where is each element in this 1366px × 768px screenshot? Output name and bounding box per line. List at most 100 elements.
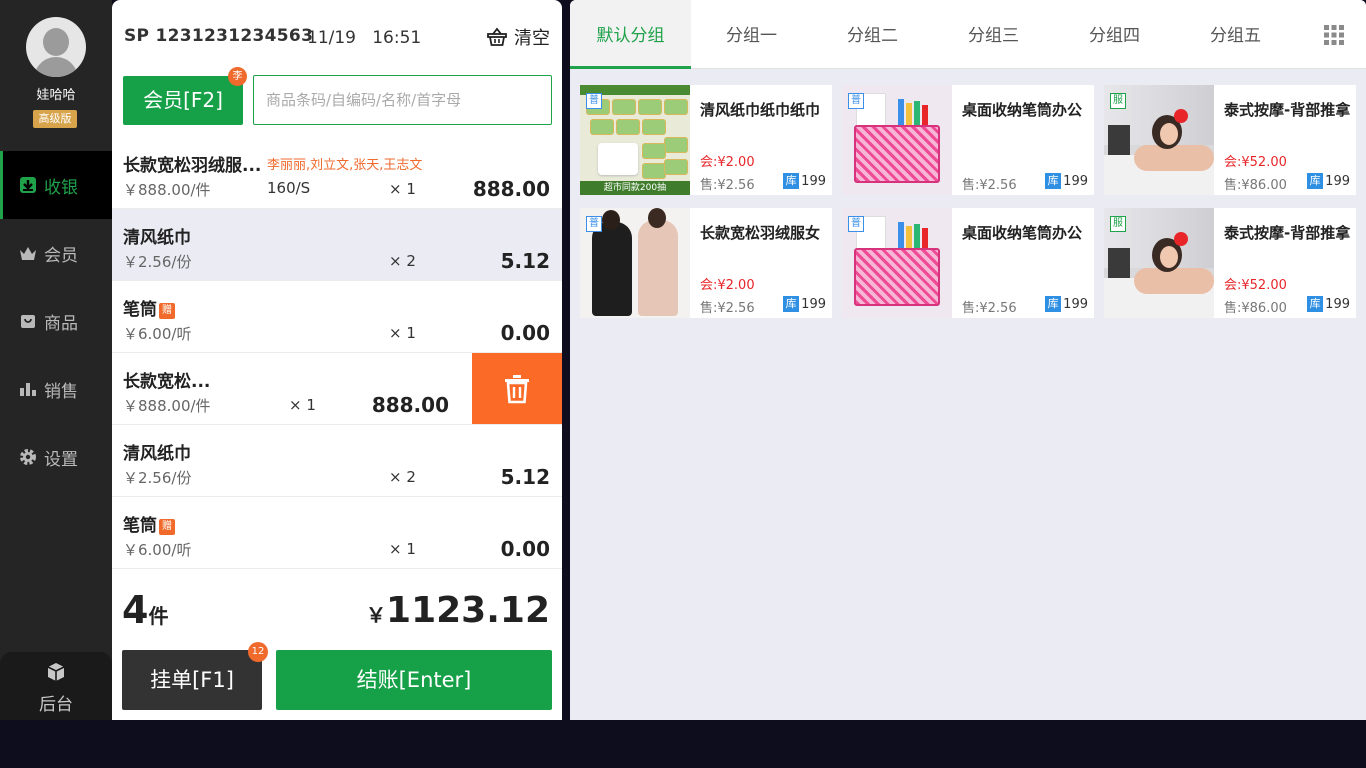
sale-price: 售:¥2.56 (700, 301, 755, 316)
tab-group-5[interactable]: 分组五 (1175, 0, 1296, 69)
member-badge: 李 (228, 67, 247, 86)
hold-order-button[interactable]: 挂单[F1] (122, 650, 262, 710)
download-arrow-icon (20, 177, 36, 193)
cart-line[interactable]: 笔筒赠 ￥6.00/听 × 1 0.00 (112, 281, 562, 353)
product-card[interactable]: 普 长款宽松羽绒服女 会:¥2.00 售:¥2.56 库 199 (580, 208, 832, 318)
member-price: 会:¥52.00 (1224, 155, 1287, 170)
sale-price: 售:¥86.00 (1224, 178, 1287, 193)
line-qty: × 1 (389, 540, 416, 558)
line-price: ￥2.56/份 (123, 469, 192, 487)
group-tabs: 默认分组 分组一 分组二 分组三 分组四 分组五 (570, 0, 1366, 69)
image-caption: 超市同款200抽 (580, 181, 690, 195)
grid-menu-icon[interactable] (1324, 25, 1344, 45)
nav-label: 设置 (44, 449, 78, 470)
nav-label: 销售 (44, 381, 78, 402)
nav-item-sales[interactable]: 销售 (0, 355, 112, 423)
tab-group-3[interactable]: 分组三 (933, 0, 1054, 69)
member-price: 会:¥2.00 (700, 155, 755, 170)
line-amount: 0.00 (500, 321, 550, 345)
product-type-tag: 服 (1110, 216, 1126, 232)
sale-price: 售:¥2.56 (962, 178, 1017, 193)
product-image: 服 (1104, 85, 1214, 195)
stock-value: 199 (1063, 173, 1088, 189)
product-card[interactable]: 普 桌面收纳笔筒办公 售:¥2.56 库 199 (842, 208, 1094, 318)
nav-label: 会员 (44, 245, 78, 266)
tab-group-2[interactable]: 分组二 (812, 0, 933, 69)
nav-item-member[interactable]: 会员 (0, 219, 112, 287)
sale-price: 售:¥86.00 (1224, 301, 1287, 316)
line-name: 长款宽松... (123, 372, 211, 392)
sale-price: 售:¥2.56 (700, 178, 755, 193)
nav-item-cashier[interactable]: 收银 (0, 151, 112, 219)
checkout-button[interactable]: 结账[Enter] (276, 650, 552, 710)
line-members: 李丽丽,刘立文,张天,王志文 (267, 158, 423, 173)
basket-icon (487, 27, 507, 46)
product-name: 泰式按摩-背部推拿 (1224, 224, 1351, 242)
gear-icon (20, 449, 36, 465)
product-card[interactable]: 服 泰式按摩-背部推拿 会:¥52.00 售:¥86.00 库 199 (1104, 208, 1356, 318)
delete-line-button[interactable] (472, 353, 562, 424)
product-name: 桌面收纳笔筒办公 (962, 101, 1083, 119)
total-amount-value: 1123.12 (386, 590, 550, 631)
member-price: 会:¥2.00 (700, 278, 755, 293)
tab-group-4[interactable]: 分组四 (1054, 0, 1175, 69)
stock: 库 199 (1307, 173, 1350, 189)
stock-tag: 库 (1307, 173, 1324, 189)
member-button[interactable]: 会员[F2] (123, 76, 243, 125)
product-card[interactable]: 服 泰式按摩-背部推拿 会:¥52.00 售:¥86.00 库 199 (1104, 85, 1356, 195)
cart-line-selected[interactable]: 清风纸巾 ￥2.56/份 × 2 5.12 (112, 209, 562, 281)
cart-line[interactable]: 清风纸巾 ￥2.56/份 × 2 5.12 (112, 425, 562, 497)
stock-value: 199 (1325, 296, 1350, 312)
line-qty: × 2 (389, 252, 416, 270)
sale-price: 售:¥2.56 (962, 301, 1017, 316)
line-name: 笔筒赠 (123, 511, 175, 536)
gift-badge: 赠 (159, 303, 175, 319)
order-number: SP 1231231234563 (124, 26, 314, 46)
line-amount: 888.00 (472, 177, 550, 201)
cart-line[interactable]: 笔筒赠 ￥6.00/听 × 1 0.00 (112, 497, 562, 569)
clear-label: 清空 (514, 28, 550, 49)
order-time: 16:51 (372, 28, 422, 48)
trash-icon (505, 374, 529, 403)
product-card[interactable]: 超市同款200抽 普 清风纸巾纸巾纸巾 会:¥2.00 售:¥2.56 库 199 (580, 85, 832, 195)
total-count-value: 4 (122, 588, 149, 632)
product-type-tag: 普 (586, 216, 602, 232)
stock-tag: 库 (1307, 296, 1324, 312)
currency-symbol: ￥ (366, 603, 387, 627)
tab-group-1[interactable]: 分组一 (691, 0, 812, 69)
line-price: ￥2.56/份 (123, 253, 192, 271)
line-qty: × 1 (289, 396, 316, 414)
total-count: 4件 (122, 588, 168, 632)
line-spec: 160/S (267, 179, 311, 197)
cart-line[interactable]: 长款宽松羽绒服... 李丽丽,刘立文,张天,王志文 ￥888.00/件 160/… (112, 137, 562, 209)
product-card[interactable]: 普 桌面收纳笔筒办公 售:¥2.56 库 199 (842, 85, 1094, 195)
backend-label: 后台 (39, 695, 73, 715)
held-orders-badge: 12 (248, 642, 268, 662)
tab-default-group[interactable]: 默认分组 (570, 0, 691, 69)
line-qty: × 2 (389, 468, 416, 486)
line-name: 清风纸巾 (123, 444, 191, 464)
avatar[interactable] (26, 17, 86, 77)
clear-cart-button[interactable]: 清空 (486, 24, 550, 50)
line-qty: × 1 (389, 324, 416, 342)
line-name-text: 笔筒 (123, 300, 157, 320)
stock: 库 199 (783, 296, 826, 312)
line-name: 清风纸巾 (123, 228, 191, 248)
nav-item-settings[interactable]: 设置 (0, 423, 112, 491)
stock-tag: 库 (783, 173, 800, 189)
product-name: 桌面收纳笔筒办公 (962, 224, 1083, 242)
backend-button[interactable]: 后台 (0, 652, 112, 720)
bag-icon (21, 315, 35, 328)
line-price: ￥888.00/件 (123, 181, 211, 199)
product-type-tag: 普 (848, 93, 864, 109)
line-name-text: 笔筒 (123, 516, 157, 536)
product-type-tag: 普 (586, 93, 602, 109)
stock-tag: 库 (1045, 173, 1062, 189)
nav-item-goods[interactable]: 商品 (0, 287, 112, 355)
line-amount: 0.00 (500, 537, 550, 561)
cart-line-swiped[interactable]: 长款宽松... ￥888.00/件 × 1 888.00 (112, 353, 562, 425)
product-search-input[interactable] (253, 75, 552, 125)
cart-panel: SP 1231231234563 11/19 16:51 清空 会员[F2] 李… (112, 0, 562, 720)
line-name: 长款宽松羽绒服... (123, 156, 262, 176)
stock: 库 199 (1307, 296, 1350, 312)
